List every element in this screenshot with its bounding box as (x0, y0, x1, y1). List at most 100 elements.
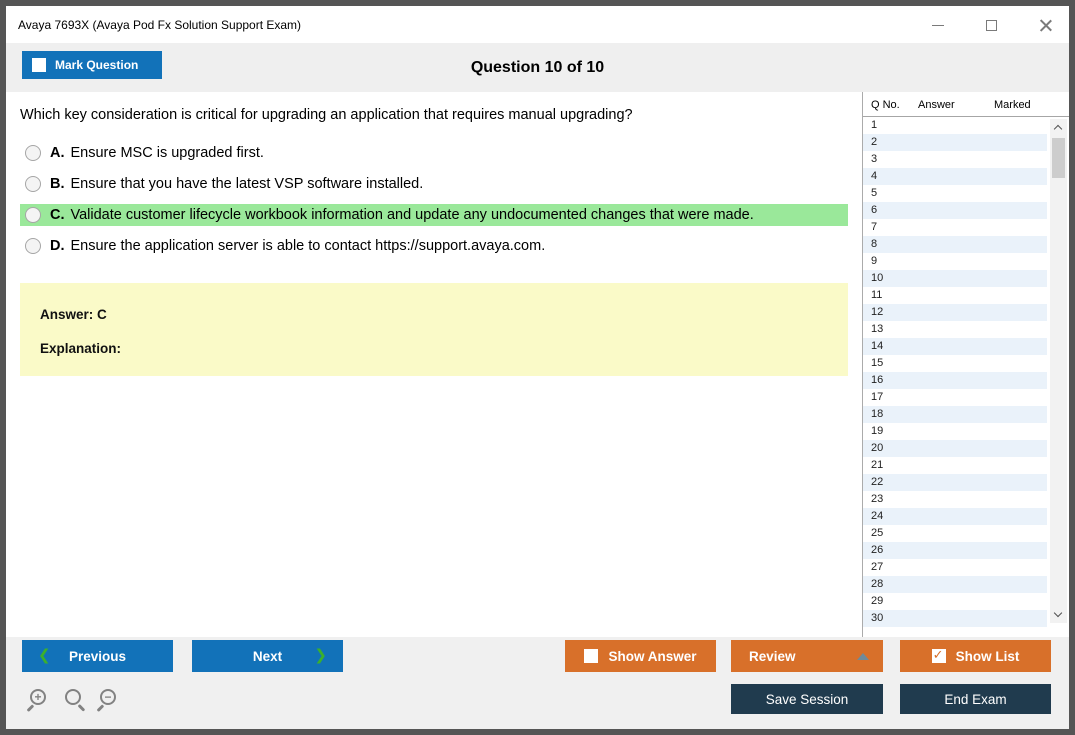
question-answer-cell (918, 508, 994, 525)
question-list-row[interactable]: 21 (863, 457, 1047, 474)
option-letter: C. (50, 207, 65, 223)
next-button[interactable]: Next ❯ (192, 640, 343, 672)
question-list-scrollbar[interactable] (1050, 119, 1067, 623)
question-number: 8 (871, 238, 878, 250)
question-list-row[interactable]: 30 (863, 610, 1047, 627)
question-number: 20 (871, 442, 884, 454)
header-marked: Marked (994, 99, 1031, 111)
radio-button-icon[interactable] (25, 176, 41, 192)
question-marked-cell (993, 168, 1047, 185)
scroll-up-button[interactable] (1050, 119, 1067, 136)
review-button[interactable]: Review (731, 640, 883, 672)
previous-button[interactable]: ❮ Previous (22, 640, 173, 672)
option-text: Validate customer lifecycle workbook inf… (70, 207, 754, 223)
title-bar: Avaya 7693X (Avaya Pod Fx Solution Suppo… (6, 6, 1069, 43)
question-list-row[interactable]: 8 (863, 236, 1047, 253)
question-list-row[interactable]: 12 (863, 304, 1047, 321)
question-list-row[interactable]: 7 (863, 219, 1047, 236)
zoom-in-button[interactable]: + (26, 687, 51, 714)
question-answer-cell (918, 270, 994, 287)
question-list-row[interactable]: 23 (863, 491, 1047, 508)
question-list-row[interactable]: 1 (863, 117, 1047, 134)
question-marked-cell (993, 474, 1047, 491)
question-number: 27 (871, 561, 884, 573)
question-marked-cell (993, 457, 1047, 474)
question-number: 22 (871, 476, 884, 488)
question-answer-cell (918, 287, 994, 304)
answer-option[interactable]: C. Validate customer lifecycle workbook … (20, 204, 848, 226)
show-list-button[interactable]: Show List (900, 640, 1051, 672)
question-list-row[interactable]: 14 (863, 338, 1047, 355)
question-marked-cell (993, 202, 1047, 219)
question-marked-cell (993, 185, 1047, 202)
question-list-row[interactable]: 20 (863, 440, 1047, 457)
maximize-button[interactable] (985, 18, 999, 32)
question-answer-cell (918, 542, 994, 559)
question-counter: Question 10 of 10 (470, 58, 605, 76)
question-list-row[interactable]: 29 (863, 593, 1047, 610)
question-marked-cell (993, 253, 1047, 270)
question-list-row[interactable]: 5 (863, 185, 1047, 202)
question-marked-cell (993, 525, 1047, 542)
option-text: Ensure the application server is able to… (70, 238, 546, 254)
question-marked-cell (993, 491, 1047, 508)
answer-option[interactable]: D. Ensure the application server is able… (20, 235, 848, 257)
question-list-row[interactable]: 15 (863, 355, 1047, 372)
question-number: 19 (871, 425, 884, 437)
question-number: 13 (871, 323, 884, 335)
content-area: Which key consideration is critical for … (6, 92, 1069, 637)
question-list-row[interactable]: 28 (863, 576, 1047, 593)
question-list-row[interactable]: 9 (863, 253, 1047, 270)
question-answer-cell (918, 389, 994, 406)
question-list-row[interactable]: 10 (863, 270, 1047, 287)
question-answer-cell (918, 168, 994, 185)
question-marked-cell (993, 355, 1047, 372)
question-list-row[interactable]: 2 (863, 134, 1047, 151)
mark-question-checkbox-icon[interactable] (32, 58, 46, 72)
radio-button-icon[interactable] (25, 145, 41, 161)
zoom-out-button[interactable]: − (96, 687, 121, 714)
question-answer-cell (918, 576, 994, 593)
answer-option[interactable]: B. Ensure that you have the latest VSP s… (20, 173, 848, 195)
question-list-row[interactable]: 3 (863, 151, 1047, 168)
answer-option[interactable]: A. Ensure MSC is upgraded first. (20, 142, 848, 164)
show-answer-checkbox-icon[interactable] (584, 649, 599, 663)
show-answer-button[interactable]: Show Answer (565, 640, 716, 672)
question-list-row[interactable]: 22 (863, 474, 1047, 491)
question-marked-cell (993, 610, 1047, 627)
window-title: Avaya 7693X (Avaya Pod Fx Solution Suppo… (18, 17, 302, 32)
question-list-row[interactable]: 19 (863, 423, 1047, 440)
explanation-label: Explanation: (40, 341, 122, 356)
show-list-checkbox-icon[interactable] (931, 647, 946, 663)
question-list-row[interactable]: 17 (863, 389, 1047, 406)
save-session-button[interactable]: Save Session (731, 684, 883, 714)
minimize-button[interactable] (931, 18, 945, 32)
question-number: 28 (871, 578, 884, 590)
question-marked-cell (993, 389, 1047, 406)
scrollbar-thumb[interactable] (1052, 138, 1065, 178)
question-marked-cell (993, 372, 1047, 389)
question-list-row[interactable]: 24 (863, 508, 1047, 525)
radio-button-icon[interactable] (25, 238, 41, 254)
question-list-row[interactable]: 13 (863, 321, 1047, 338)
question-list-row[interactable]: 18 (863, 406, 1047, 423)
radio-button-icon[interactable] (25, 207, 41, 223)
mark-question-button[interactable]: Mark Question (22, 51, 162, 79)
question-marked-cell (993, 117, 1047, 134)
question-answer-cell (918, 593, 994, 610)
scroll-down-button[interactable] (1050, 606, 1067, 623)
question-list-row[interactable]: 25 (863, 525, 1047, 542)
chevron-up-icon (1053, 124, 1063, 134)
question-list-row[interactable]: 27 (863, 559, 1047, 576)
answer-box: Answer: C Explanation: (20, 283, 848, 376)
question-list-row[interactable]: 4 (863, 168, 1047, 185)
show-answer-label: Show Answer (608, 648, 697, 664)
zoom-reset-button[interactable] (61, 687, 86, 714)
question-list-row[interactable]: 16 (863, 372, 1047, 389)
question-list-row[interactable]: 11 (863, 287, 1047, 304)
option-letter: B. (50, 176, 65, 192)
end-exam-button[interactable]: End Exam (900, 684, 1051, 714)
question-list-row[interactable]: 6 (863, 202, 1047, 219)
question-list-row[interactable]: 26 (863, 542, 1047, 559)
close-button[interactable] (1039, 18, 1053, 32)
